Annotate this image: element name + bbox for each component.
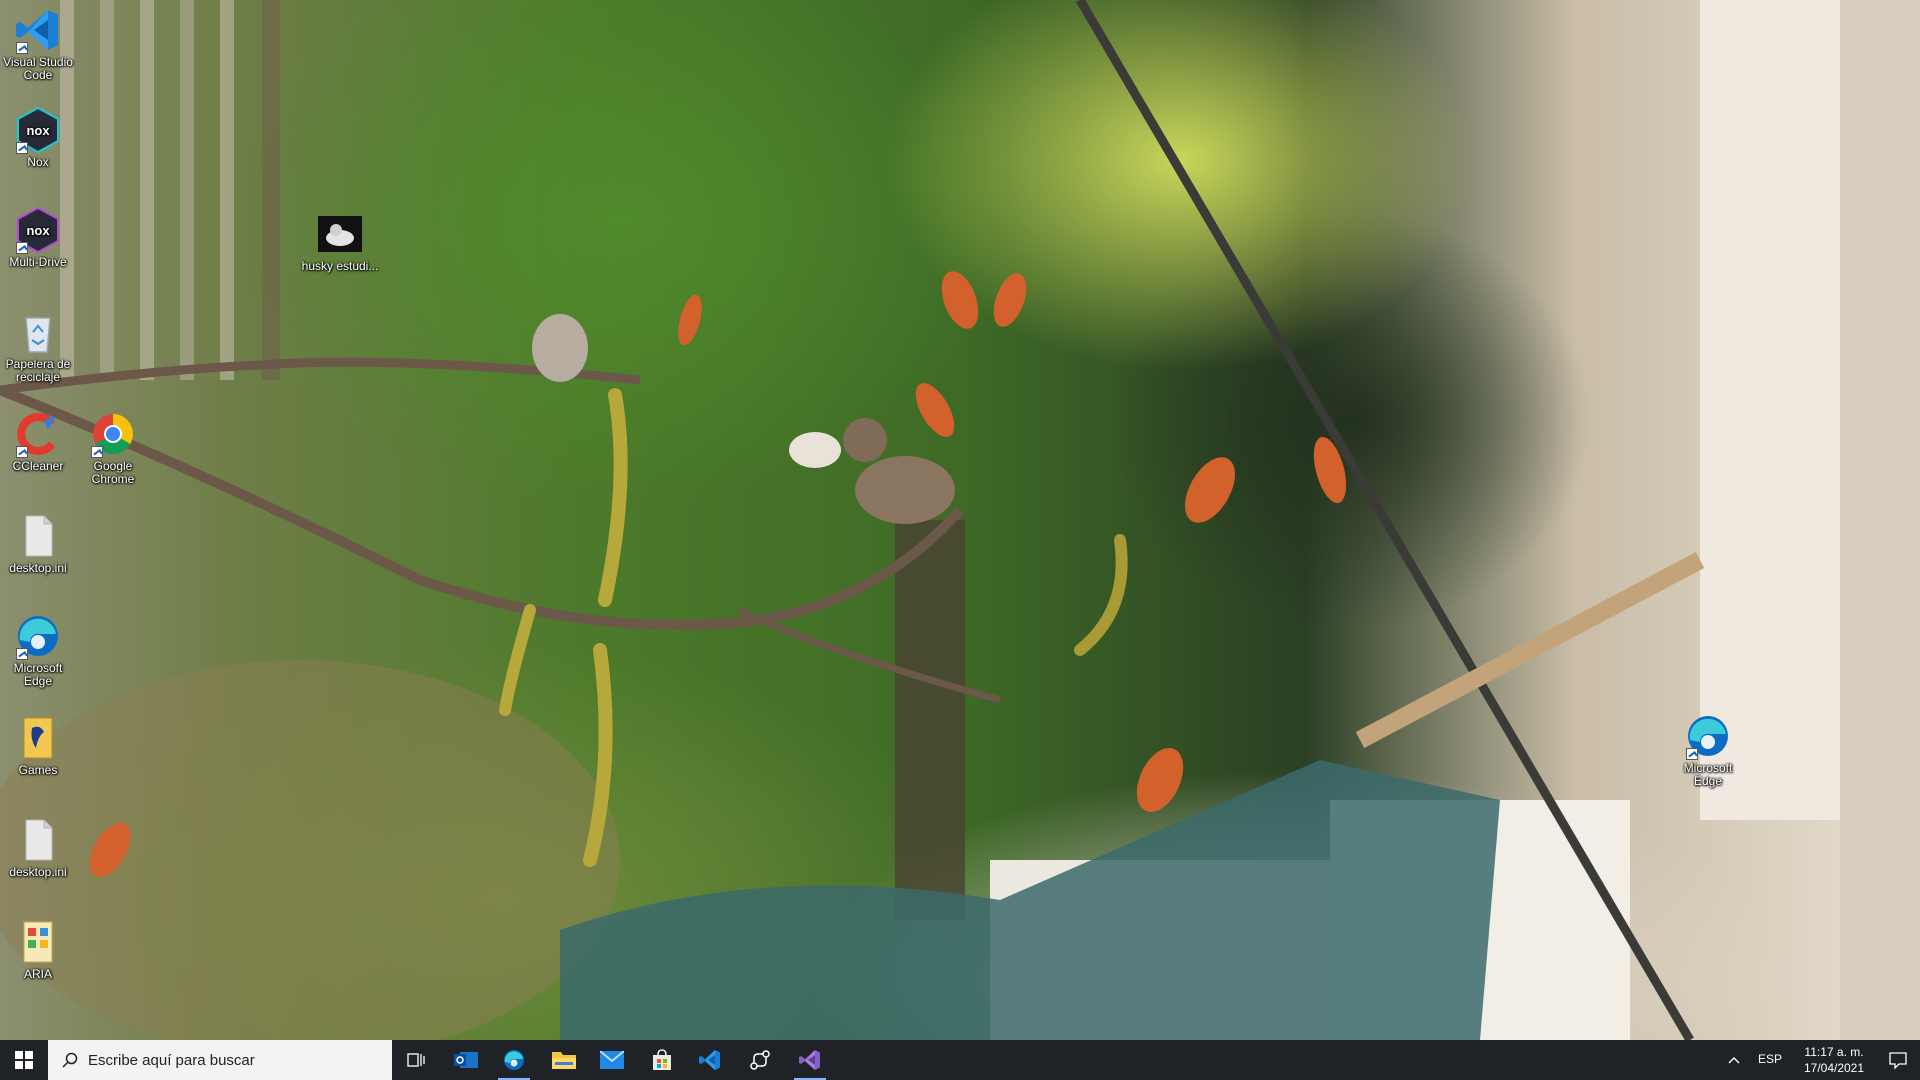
edge-icon [504,1050,524,1070]
chrome-icon [89,410,137,458]
husky-image-icon [316,210,364,258]
folder-icon [552,1052,576,1069]
search-icon [62,1052,78,1068]
desktop-icon-label: desktop.ini [9,561,67,575]
desktop-icon-label: ARIA [23,967,52,981]
desktop-icon-label: husky estudi... [301,259,379,273]
taskbar-clock[interactable]: 11:17 a. m. 17/04/2021 [1794,1044,1874,1076]
taskbar-visual-studio[interactable] [786,1040,834,1080]
desktop-icon-chrome[interactable]: Google Chrome [73,410,153,486]
vscode-icon [699,1050,720,1070]
desktop-icon-label: Nox [27,155,49,169]
nox-multidrive-icon: nox [14,206,62,254]
desktop-icon-ccleaner[interactable]: CCleaner [0,410,78,473]
vscode-icon [14,6,62,54]
windows-logo-icon [15,1051,33,1069]
edge-icon [1684,712,1732,760]
ccleaner-icon [14,410,62,458]
desktop-icon-label: Visual Studio Code [3,55,73,82]
file-icon [14,816,62,864]
desktop-icon-recycle-bin[interactable]: Papelera de reciclaje [0,308,78,384]
desktop-icon-label: desktop.ini [9,865,67,879]
desktop-icon-label: Google Chrome [91,459,135,486]
taskbar-mail[interactable] [588,1040,636,1080]
aria-icon [14,918,62,966]
desktop-icon-label: Microsoft Edge [1683,761,1733,788]
store-icon [653,1049,671,1070]
taskbar-git-tool[interactable] [736,1040,784,1080]
desktop-icon-label: CCleaner [12,459,64,473]
chevron-up-icon [1728,1057,1740,1064]
desktop-icon-edge[interactable]: Microsoft Edge [0,612,78,688]
visual-studio-icon [799,1050,820,1070]
desktop-icon-nox[interactable]: nox Nox [0,106,78,169]
task-view-button[interactable] [392,1040,440,1080]
show-hidden-icons-button[interactable] [1720,1040,1748,1080]
start-button[interactable] [0,1040,48,1080]
taskbar: Escribe aquí para buscar ESP 11:17 a. m.… [0,1040,1920,1080]
git-icon [750,1050,770,1070]
svg-text:nox: nox [26,123,50,138]
clock-time: 11:17 a. m. [1804,1045,1864,1059]
taskbar-vscode[interactable] [686,1040,734,1080]
svg-text:nox: nox [26,223,50,238]
desktop-icon-vscode[interactable]: Visual Studio Code [0,6,78,82]
search-placeholder: Escribe aquí para buscar [88,1051,255,1069]
desktop-icon-desktop-ini[interactable]: desktop.ini [0,816,78,879]
desktop-icon-edge[interactable]: Microsoft Edge [1668,712,1748,788]
desktop-wallpaper [0,0,1920,1040]
nox-icon: nox [14,106,62,154]
games-folder-icon [14,714,62,762]
desktop-icon-label: Papelera de reciclaje [5,357,71,384]
file-icon [14,512,62,560]
recycle-bin-icon [14,308,62,356]
outlook-icon [454,1052,478,1068]
desktop-icon-label: Microsoft Edge [13,661,63,688]
taskbar-edge[interactable] [490,1040,538,1080]
edge-icon [14,612,62,660]
desktop-icon-desktop-ini[interactable]: desktop.ini [0,512,78,575]
input-language-indicator[interactable]: ESP [1758,1052,1782,1066]
clock-date: 17/04/2021 [1803,1061,1865,1075]
desktop-icon-games[interactable]: Games [0,714,78,777]
desktop-icon-label: Multi-Drive [9,255,67,269]
action-center-button[interactable] [1876,1040,1920,1080]
desktop-icon-aria[interactable]: ARIA [0,918,78,981]
search-box[interactable]: Escribe aquí para buscar [48,1040,392,1080]
task-view-icon [407,1053,425,1067]
desktop-icon-label: Games [18,763,58,777]
mail-icon [600,1051,624,1069]
desktop-icon-multi-drive[interactable]: nox Multi-Drive [0,206,78,269]
wallpaper-scenery [0,0,1920,1040]
desktop-icon-husky-image[interactable]: husky estudi... [300,210,380,273]
taskbar-store[interactable] [638,1040,686,1080]
notification-icon [1889,1052,1907,1069]
taskbar-file-explorer[interactable] [540,1040,588,1080]
taskbar-outlook[interactable] [442,1040,490,1080]
